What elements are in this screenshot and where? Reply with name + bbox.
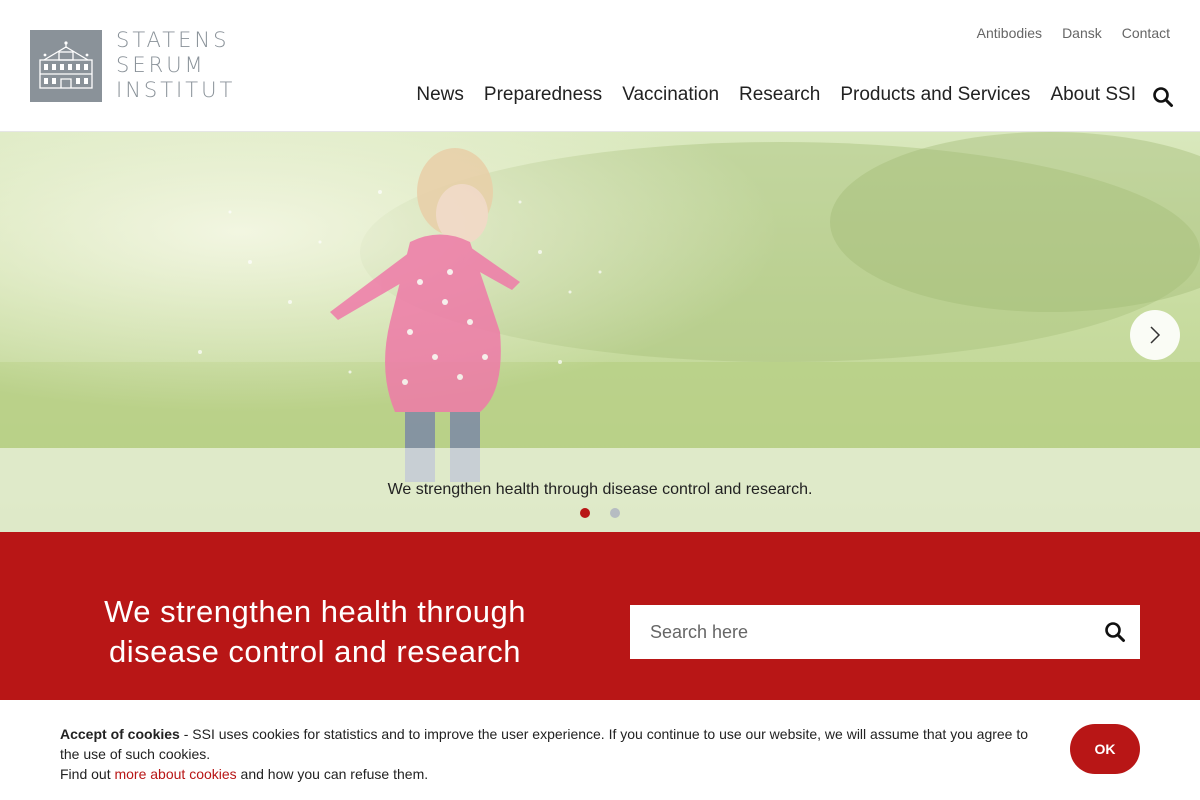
link-antibodies[interactable]: Antibodies (977, 25, 1042, 41)
search-icon[interactable] (1152, 86, 1174, 108)
cookie-body: - SSI uses cookies for statistics and to… (60, 726, 1029, 762)
link-dansk[interactable]: Dansk (1062, 25, 1102, 41)
nav-research[interactable]: Research (739, 84, 820, 106)
site-logo[interactable]: STATENS SERUM INSTITUT (30, 28, 235, 103)
hero-caption: We strengthen health through disease con… (387, 481, 813, 498)
search-icon[interactable] (1104, 621, 1126, 643)
logo-wordmark: STATENS SERUM INSTITUT (116, 28, 235, 103)
cookie-find-out: Find out (60, 766, 115, 782)
slide-dot-1[interactable] (580, 508, 590, 518)
hero-carousel: We strengthen health through disease con… (0, 132, 1200, 532)
site-header: STATENS SERUM INSTITUT Antibodies Dansk … (0, 0, 1200, 132)
next-slide-button[interactable] (1130, 310, 1180, 360)
logo-line-1: STATENS (116, 28, 230, 52)
cookie-more-link[interactable]: more about cookies (114, 766, 236, 782)
building-logo-icon (30, 29, 102, 102)
accept-cookies-button[interactable]: OK (1070, 724, 1140, 774)
cookie-message: Accept of cookies - SSI uses cookies for… (60, 724, 1050, 784)
cookie-title: Accept of cookies (60, 726, 180, 742)
intro-heading-line-1: We strengthen health through (104, 594, 526, 629)
nav-vaccination[interactable]: Vaccination (622, 84, 719, 106)
slide-indicators (0, 508, 1200, 518)
logo-line-3: INSTITUT (116, 78, 236, 102)
main-nav: News Preparedness Vaccination Research P… (416, 84, 1136, 106)
search-input[interactable] (630, 605, 1070, 659)
logo-line-2: SERUM (116, 53, 206, 77)
slide-dot-2[interactable] (610, 508, 620, 518)
nav-news[interactable]: News (416, 84, 464, 106)
utility-nav: Antibodies Dansk Contact (977, 25, 1170, 41)
intro-heading: We strengthen health through disease con… (60, 592, 570, 672)
link-contact[interactable]: Contact (1122, 25, 1170, 41)
nav-preparedness[interactable]: Preparedness (484, 84, 602, 106)
chevron-right-icon (1150, 326, 1161, 344)
site-search (630, 605, 1140, 659)
nav-products-and-services[interactable]: Products and Services (840, 84, 1030, 106)
nav-about-ssi[interactable]: About SSI (1050, 84, 1136, 106)
cookie-after-link: and how you can refuse them. (236, 766, 429, 782)
intro-heading-line-2: disease control and research (108, 634, 522, 669)
hero-caption-bar: We strengthen health through disease con… (0, 448, 1200, 532)
cookie-banner: Accept of cookies - SSI uses cookies for… (0, 700, 1200, 800)
